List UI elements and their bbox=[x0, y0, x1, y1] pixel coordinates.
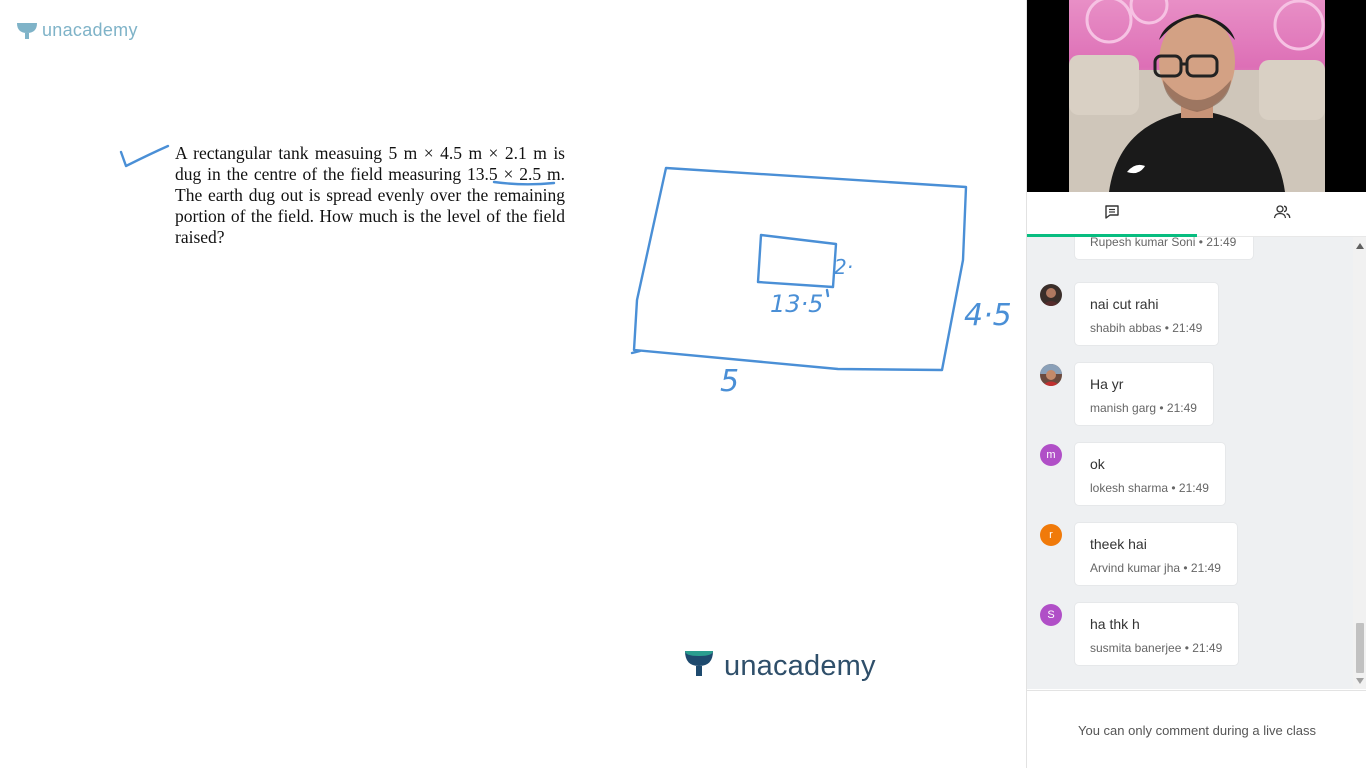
message-text: nai cut rahi bbox=[1090, 296, 1159, 312]
chat-bubble: ha thk h susmita banerjee • 21:49 bbox=[1075, 603, 1238, 665]
message-meta: manish garg • 21:49 bbox=[1090, 401, 1197, 415]
side-panel: Rupesh kumar Soni • 21:49 nai cut rahi s… bbox=[1026, 0, 1366, 769]
inner-height-label: 2· bbox=[834, 255, 854, 279]
outer-rectangle bbox=[632, 166, 968, 372]
scroll-thumb[interactable] bbox=[1356, 623, 1364, 673]
video-feed bbox=[1069, 0, 1325, 192]
chat-bubble: ok lokesh sharma • 21:49 bbox=[1075, 443, 1225, 505]
chat-icon bbox=[1104, 204, 1120, 225]
chat-messages: Rupesh kumar Soni • 21:49 nai cut rahi s… bbox=[1027, 237, 1366, 689]
scroll-up-arrow-icon[interactable] bbox=[1356, 243, 1364, 249]
message-text: Ha yr bbox=[1090, 376, 1124, 392]
avatar: m bbox=[1040, 444, 1062, 466]
inner-rectangle bbox=[756, 233, 838, 289]
tab-chat[interactable] bbox=[1027, 192, 1197, 237]
scroll-down-arrow-icon[interactable] bbox=[1356, 678, 1364, 684]
avatar bbox=[1040, 364, 1062, 386]
chat-bubble: theek hai Arvind kumar jha • 21:49 bbox=[1075, 523, 1237, 585]
message-text: ok bbox=[1090, 456, 1105, 472]
avatar bbox=[1040, 284, 1062, 306]
outer-height-label: 4·5 bbox=[964, 298, 1012, 333]
inner-width-label: 13·5 bbox=[770, 290, 824, 318]
avatar: r bbox=[1040, 524, 1062, 546]
educator-video bbox=[1027, 0, 1366, 192]
message-meta: susmita banerjee • 21:49 bbox=[1090, 641, 1223, 655]
people-icon bbox=[1273, 204, 1291, 225]
watermark-text: unacademy bbox=[724, 650, 876, 682]
check-mark bbox=[119, 144, 170, 168]
avatar: S bbox=[1040, 604, 1062, 626]
chat-bubble: Ha yr manish garg • 21:49 bbox=[1075, 363, 1213, 425]
whiteboard: unacademy A rectangular tank measuing 5 … bbox=[0, 0, 1026, 768]
message-text: ha thk h bbox=[1090, 616, 1140, 632]
chat-bubble: nai cut rahi shabih abbas • 21:49 bbox=[1075, 283, 1218, 345]
outer-width-label: 5 bbox=[720, 364, 740, 399]
chat-footer: You can only comment during a live class bbox=[1027, 690, 1366, 769]
message-meta: lokesh sharma • 21:49 bbox=[1090, 481, 1209, 495]
tab-people[interactable] bbox=[1197, 192, 1366, 236]
message-meta: shabih abbas • 21:49 bbox=[1090, 321, 1203, 335]
unacademy-cup-icon bbox=[684, 650, 714, 683]
message-meta: Arvind kumar jha • 21:49 bbox=[1090, 561, 1221, 575]
chat-scrollbar[interactable] bbox=[1353, 237, 1366, 689]
comment-disabled-notice: You can only comment during a live class bbox=[1078, 722, 1316, 738]
chat-bubble: Rupesh kumar Soni • 21:49 bbox=[1075, 237, 1253, 259]
unacademy-watermark: unacademy bbox=[684, 650, 876, 683]
message-meta: Rupesh kumar Soni • 21:49 bbox=[1090, 237, 1237, 249]
panel-tabs bbox=[1027, 192, 1366, 237]
underline bbox=[492, 180, 556, 186]
message-text: theek hai bbox=[1090, 536, 1147, 552]
